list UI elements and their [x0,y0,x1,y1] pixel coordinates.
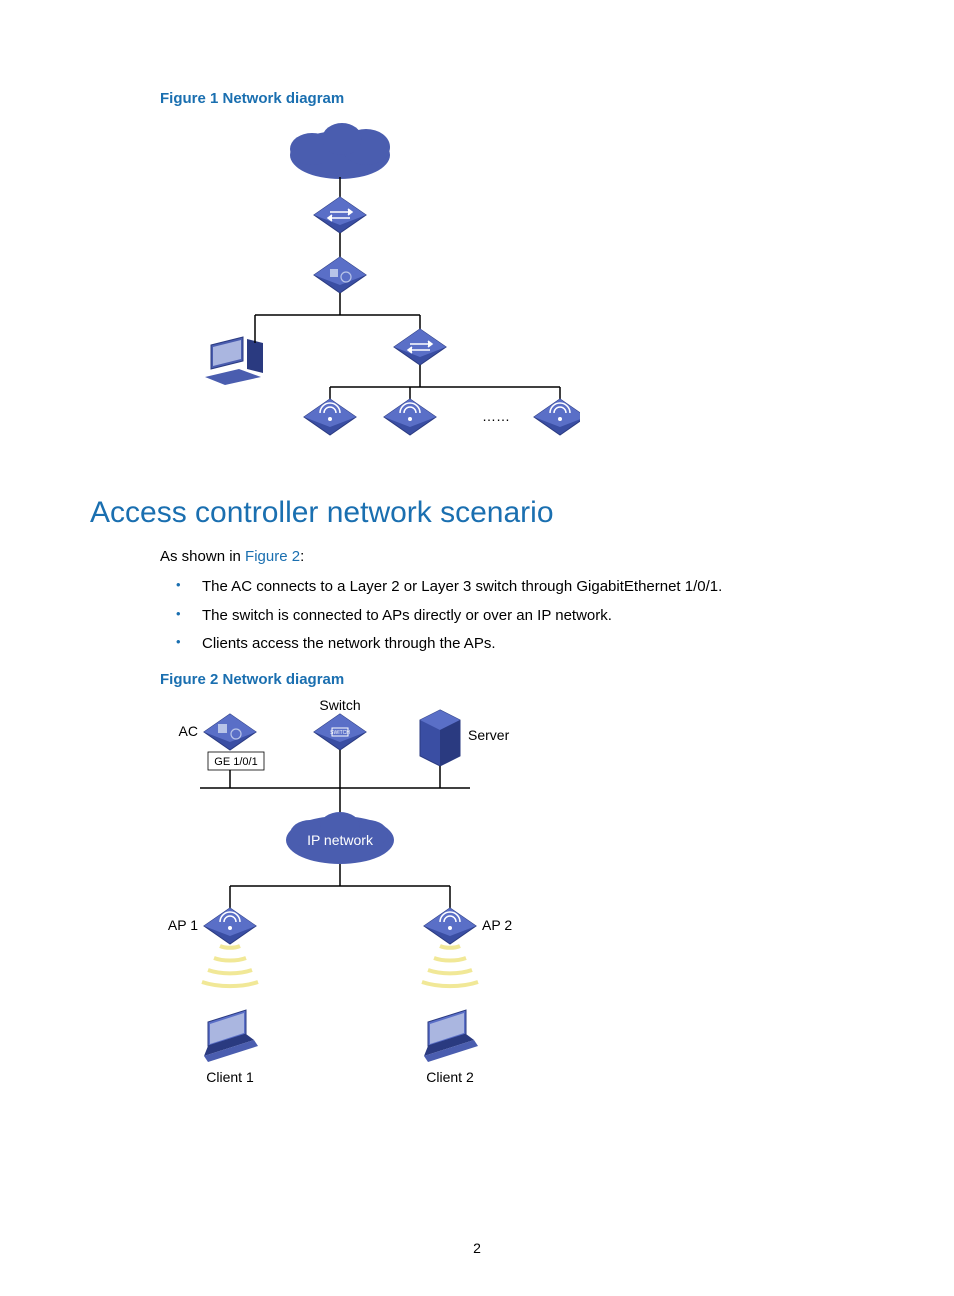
ap-icon [424,908,476,944]
ap-icon [534,399,580,435]
figure2-link[interactable]: Figure 2 [245,548,300,565]
client1-label: Client 1 [206,1069,254,1085]
ellipsis-label: …… [482,408,510,424]
figure1-diagram: …… [160,115,864,460]
list-item: The switch is connected to APs directly … [166,602,864,631]
page-number: 2 [0,1240,954,1256]
server-icon [420,710,460,766]
wifi-waves-icon [422,946,478,986]
bullet-list: The AC connects to a Layer 2 or Layer 3 … [166,573,864,659]
ipnetwork-label: IP network [307,832,374,848]
ap-icon [304,399,356,435]
switch-icon [314,197,366,233]
list-item: Clients access the network through the A… [166,630,864,659]
figure2-caption: Figure 2 Network diagram [160,671,864,688]
cloud-icon [290,123,390,179]
ap-icon [384,399,436,435]
ac-icon [204,714,256,750]
figure2-diagram: SWITCH [160,696,864,1101]
wifi-waves-icon [202,946,258,986]
intro-suffix: : [300,548,304,565]
laptop-icon [204,1010,258,1062]
ip-network-cloud: IP network [286,812,394,864]
ap1-label: AP 1 [168,917,198,933]
ap2-label: AP 2 [482,917,512,933]
client2-label: Client 2 [426,1069,474,1085]
list-item: The AC connects to a Layer 2 or Layer 3 … [166,573,864,602]
intro-paragraph: As shown in Figure 2: [160,548,864,565]
ap-icon [204,908,256,944]
ac-icon [314,257,366,293]
switch-label: Switch [319,697,360,713]
ge-port-label: GE 1/0/1 [214,756,257,768]
section-heading: Access controller network scenario [90,496,864,530]
figure1-caption: Figure 1 Network diagram [160,90,864,107]
ac-label: AC [179,723,198,739]
server-label: Server [468,727,510,743]
laptop-icon [424,1010,478,1062]
switch-icon [314,714,366,750]
switch-icon [394,329,446,365]
intro-prefix: As shown in [160,548,245,565]
